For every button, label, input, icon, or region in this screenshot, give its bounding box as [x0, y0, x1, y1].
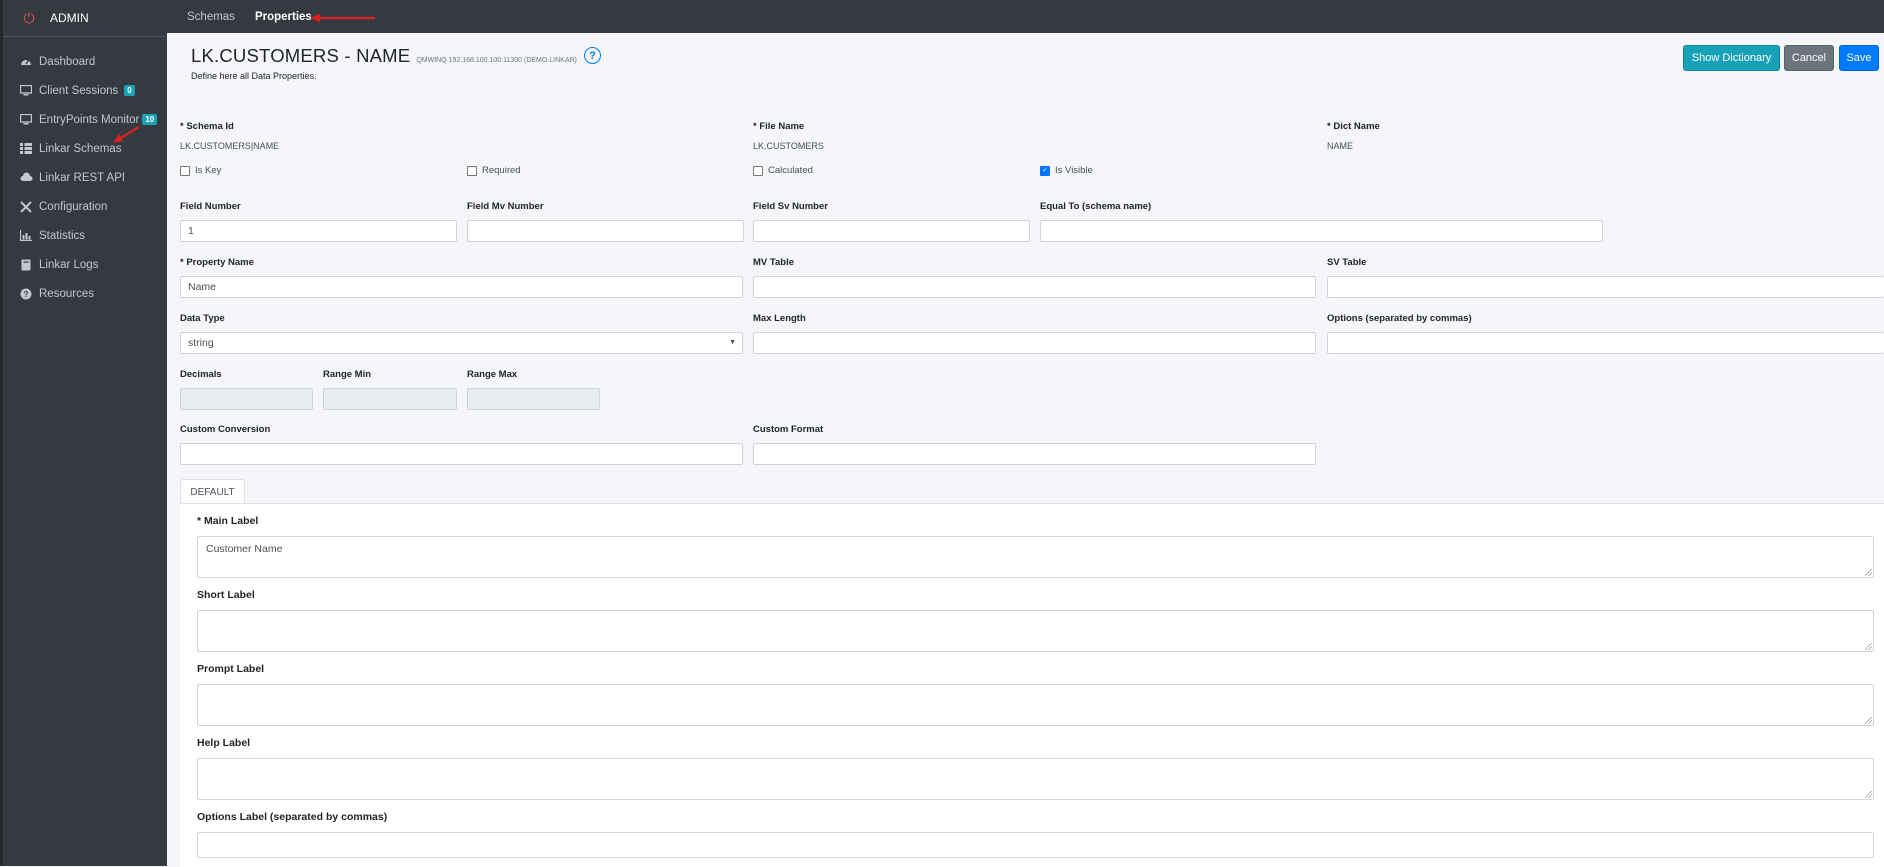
annotation-arrows [113, 14, 375, 143]
arrow-linkar-schemas [118, 126, 140, 140]
